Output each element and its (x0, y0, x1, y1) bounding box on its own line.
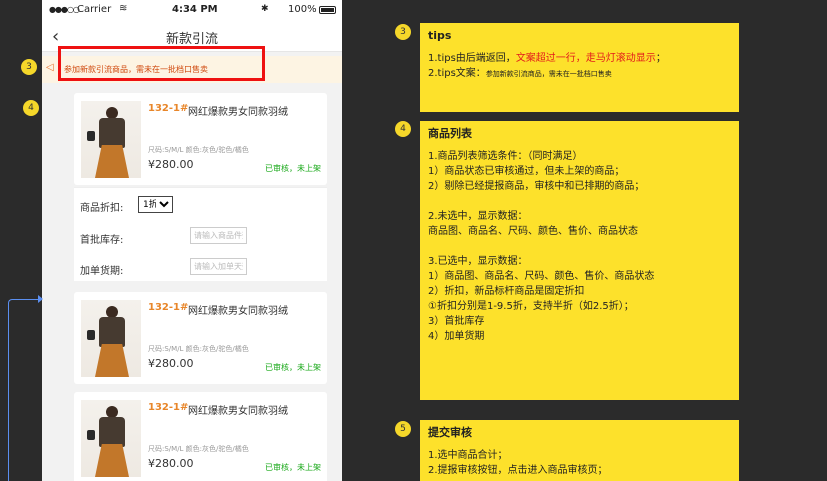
page-title: 新款引流 (165, 32, 218, 47)
delivery-input[interactable] (190, 258, 247, 275)
note-title: 商品列表 (428, 127, 472, 140)
bluetooth-icon: ✱ (261, 4, 269, 14)
note-badge-list: 4 (395, 121, 411, 137)
product-sku: 132-1# (148, 302, 189, 313)
note-line: 1）商品状态已审核通过，但未上架的商品； (428, 166, 625, 177)
product-attrs: 尺码:S/M/L 颜色:灰色/驼色/橘色 (148, 146, 249, 154)
product-status: 已审核，未上架 (265, 463, 321, 472)
stock-input[interactable] (190, 227, 247, 244)
product-card-3[interactable]: 132-1# 网红爆款男女同款羽绒 尺码:S/M/L 颜色:灰色/驼色/橘色 ¥… (74, 392, 327, 481)
carrier-label: Carrier (77, 4, 112, 15)
note-line: 2.提报审核按钮，点击进入商品审核页； (428, 465, 608, 476)
stock-label: 首批库存: (80, 235, 124, 246)
note-text-small: 参加新款引流商品，需未在一批档口售卖 (485, 70, 612, 78)
note-line: 4）加单货期 (428, 331, 485, 342)
product-price: ¥280.00 (148, 158, 194, 171)
nav-bar: ‹ 新款引流 (42, 21, 342, 52)
product-sku: 132-1# (148, 402, 189, 413)
note-tips: tips 1.tips由后端返回，文案超过一行，走马灯滚动显示； 2.tips文… (420, 23, 739, 112)
note-line: 1.商品列表筛选条件：（同时满足） (428, 151, 583, 162)
selected-product-options: 商品折扣: 1折 首批库存: 加单货期: (74, 187, 327, 281)
discount-select[interactable]: 1折 (138, 196, 173, 213)
phone-screen: ●●●○○ Carrier ≋ 4:34 PM ✱ 100% ‹ 新款引流 ◁ … (42, 0, 342, 481)
product-image (81, 400, 141, 477)
product-status: 已审核，未上架 (265, 164, 321, 173)
status-bar: ●●●○○ Carrier ≋ 4:34 PM ✱ 100% (42, 0, 342, 21)
annotation-badge-tips: 3 (21, 59, 37, 75)
note-line: 商品图、商品名、尺码、颜色、售价、商品状态 (428, 226, 638, 237)
annotation-badge-list: 4 (23, 100, 39, 116)
delivery-label: 加单货期: (80, 266, 124, 277)
product-sku: 132-1# (148, 103, 189, 114)
note-text: ； (655, 53, 666, 64)
product-price: ¥280.00 (148, 457, 194, 470)
note-title: tips (428, 29, 452, 42)
product-card-2[interactable]: 132-1# 网红爆款男女同款羽绒 尺码:S/M/L 颜色:灰色/驼色/橘色 ¥… (74, 292, 327, 384)
note-title: 提交审核 (428, 426, 472, 439)
product-status: 已审核，未上架 (265, 363, 321, 372)
arrow-right-icon (38, 295, 43, 303)
product-name: 网红爆款男女同款羽绒 (188, 406, 288, 417)
product-card-1[interactable]: 132-1# 网红爆款男女同款羽绒 尺码:S/M/L 颜色:灰色/驼色/橘色 ¥… (74, 93, 327, 185)
product-attrs: 尺码:S/M/L 颜色:灰色/驼色/橘色 (148, 345, 249, 353)
note-submit: 提交审核 1.选中商品合计； 2.提报审核按钮，点击进入商品审核页； (420, 420, 739, 481)
note-text-red: 文案超过一行，走马灯滚动显示 (515, 53, 656, 64)
status-time: 4:34 PM (172, 4, 218, 15)
note-line: 3.已选中，显示数据： (428, 256, 528, 267)
note-badge-submit: 5 (395, 421, 411, 437)
note-line: 2.未选中，显示数据： (428, 211, 528, 222)
product-attrs: 尺码:S/M/L 颜色:灰色/驼色/橘色 (148, 445, 249, 453)
note-line: 2.tips文案：参加新款引流商品，需未在一批档口售卖 (428, 66, 731, 82)
note-line: 1.选中商品合计； (428, 450, 508, 461)
note-line: ①折扣分别是1-9.5折，支持半折（如2.5折）； (428, 301, 634, 312)
note-text: 2.tips文案： (428, 68, 486, 79)
wifi-icon: ≋ (119, 3, 128, 14)
tips-text: 参加新款引流商品，需未在一批档口售卖 (64, 65, 208, 74)
note-line: 1.tips由后端返回，文案超过一行，走马灯滚动显示； (428, 51, 731, 66)
note-line: 1）商品图、商品名、尺码、颜色、售价、商品状态 (428, 271, 655, 282)
note-text: 1.tips由后端返回， (428, 53, 516, 64)
note-badge-tips: 3 (395, 24, 411, 40)
product-name: 网红爆款男女同款羽绒 (188, 306, 288, 317)
note-line: 2）折扣，新品标杆商品是固定折扣 (428, 286, 585, 297)
discount-label: 商品折扣: (80, 203, 124, 214)
note-line: 3）首批库存 (428, 316, 485, 327)
flow-connector (8, 299, 41, 481)
tips-bar: ◁ 参加新款引流商品，需未在一批档口售卖 (42, 56, 342, 83)
product-image (81, 300, 141, 377)
speaker-icon: ◁ (46, 62, 54, 73)
note-line: 2）剔除已经提报商品，审核中和已排期的商品； (428, 181, 645, 192)
battery-percent: 100% (288, 4, 317, 15)
product-name: 网红爆款男女同款羽绒 (188, 107, 288, 118)
product-price: ¥280.00 (148, 357, 194, 370)
product-image (81, 101, 141, 178)
signal-icon: ●●●○○ (49, 5, 80, 14)
battery-icon (319, 6, 336, 14)
note-product-list: 商品列表 1.商品列表筛选条件：（同时满足） 1）商品状态已审核通过，但未上架的… (420, 121, 739, 400)
